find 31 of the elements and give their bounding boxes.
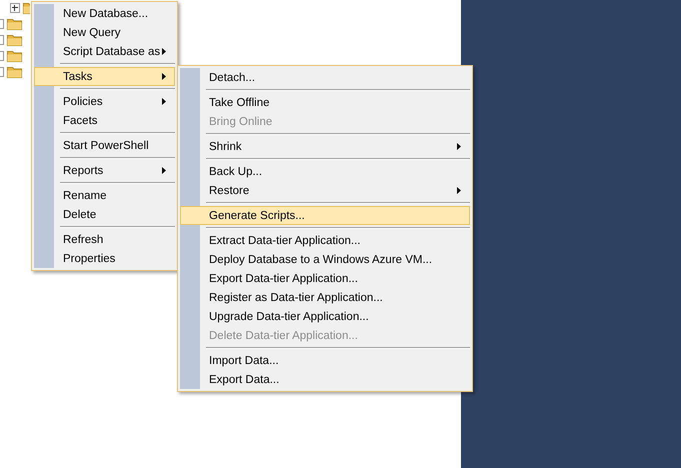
menu-item[interactable]: Deploy Database to a Windows Azure VM... bbox=[180, 250, 470, 269]
menu-item[interactable]: Generate Scripts... bbox=[180, 206, 470, 225]
menu-item[interactable]: Tasks bbox=[34, 67, 175, 86]
expand-icon[interactable] bbox=[10, 3, 20, 13]
menu-item[interactable]: Export Data-tier Application... bbox=[180, 269, 470, 288]
menu-item[interactable]: Extract Data-tier Application... bbox=[180, 231, 470, 250]
folder-icon bbox=[7, 66, 22, 78]
folder-icon bbox=[7, 34, 22, 46]
menu-item[interactable]: Register as Data-tier Application... bbox=[180, 288, 470, 307]
menu-item[interactable]: New Database... bbox=[34, 4, 175, 23]
menu-item[interactable]: Policies bbox=[34, 92, 175, 111]
folder-icon bbox=[7, 18, 22, 30]
menu-item[interactable]: New Query bbox=[34, 23, 175, 42]
menu-item[interactable]: Export Data... bbox=[180, 370, 470, 389]
menu-item[interactable]: Import Data... bbox=[180, 351, 470, 370]
menu-item[interactable]: Rename bbox=[34, 186, 175, 205]
menu-item[interactable]: Start PowerShell bbox=[34, 136, 175, 155]
menu-item[interactable]: Upgrade Data-tier Application... bbox=[180, 307, 470, 326]
menu-item[interactable]: Reports bbox=[34, 161, 175, 180]
menu-item[interactable]: Take Offline bbox=[180, 93, 470, 112]
menu-item[interactable]: Script Database as bbox=[34, 42, 175, 61]
menu-item[interactable]: Properties bbox=[34, 249, 175, 268]
folder-icon bbox=[7, 50, 22, 62]
menu-item[interactable]: Back Up... bbox=[180, 162, 470, 181]
menu-item[interactable]: Facets bbox=[34, 111, 175, 130]
menu-item[interactable]: Detach... bbox=[180, 68, 470, 87]
menu-item[interactable]: Refresh bbox=[34, 230, 175, 249]
folder-icon bbox=[23, 2, 30, 14]
menu-item[interactable]: Restore bbox=[180, 181, 470, 200]
menu-item[interactable]: Delete bbox=[34, 205, 175, 224]
menu-item[interactable]: Shrink bbox=[180, 137, 470, 156]
